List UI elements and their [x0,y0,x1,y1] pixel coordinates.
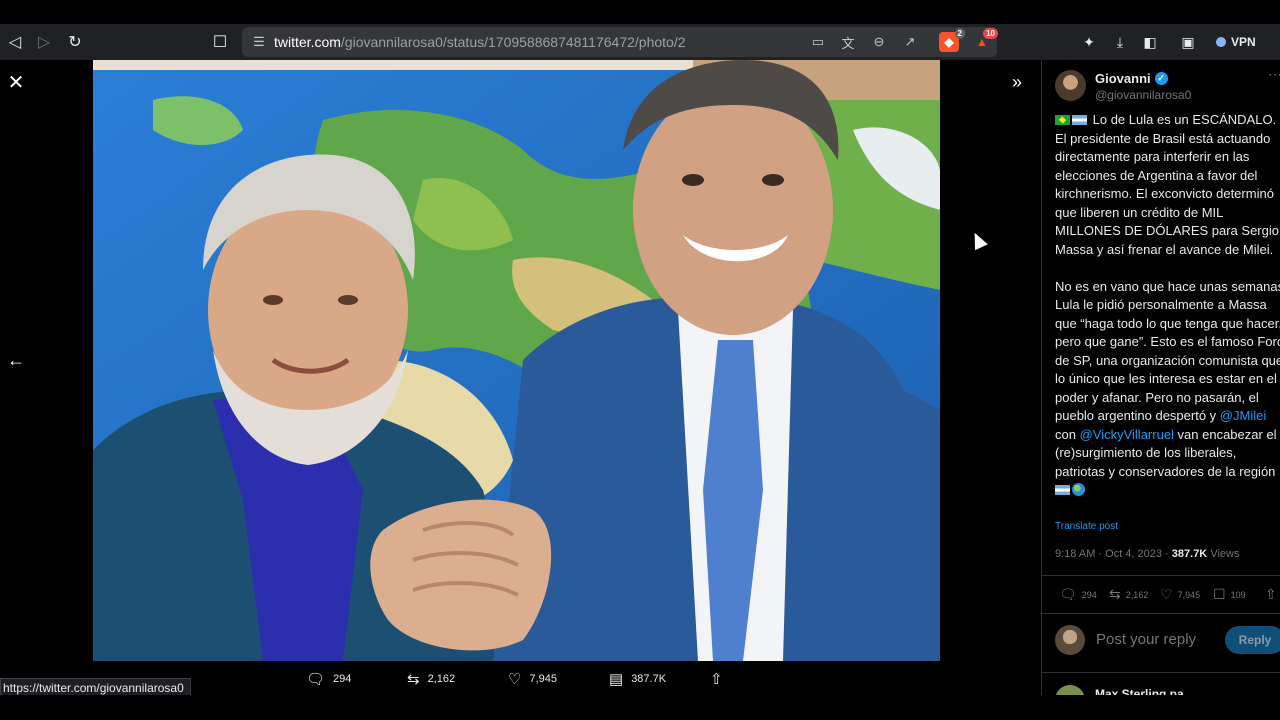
downloads-icon[interactable]: ⤓ [1109,31,1131,53]
zoom-icon[interactable]: ⊖ [870,33,888,51]
photo-viewer: ✕ ← » 🗨 294 ⇆ 2,162 ♡ 7,945 ▤ 387.7K ⇧ [0,60,1040,695]
viewer-like-count: 7,945 [529,673,557,685]
brave-rewards-icon[interactable]: ▲ 10 [972,28,998,52]
viewer-views-button[interactable]: ▤ 387.7K [609,670,666,688]
translate-post-link[interactable]: Translate post [1055,521,1118,532]
next-reply-user[interactable]: Max Sterling pa [1095,687,1184,695]
viewer-action-bar: 🗨 294 ⇆ 2,162 ♡ 7,945 ▤ 387.7K ⇧ [300,670,740,694]
extensions-icon[interactable]: ✦ [1078,31,1100,53]
author-avatar[interactable] [1055,70,1086,101]
viewer-reply-count: 294 [333,673,352,685]
heart-icon: ♡ [1160,586,1173,602]
forward-icon[interactable]: ▷ [29,27,59,57]
bookmark-count: 109 [1230,589,1246,600]
viewer-share-button[interactable]: ⇧ [710,670,723,688]
retweet-button[interactable]: ⇆ 2,162 [1109,586,1148,603]
cast-icon[interactable]: ▭ [809,33,827,51]
bookmark-icon[interactable]: ☐ [205,27,235,57]
author-handle[interactable]: @giovannilarosa0 [1095,88,1191,102]
author-name-row[interactable]: Giovanni ✓ [1095,71,1168,86]
tweet-views-count: 387.7K [1171,548,1208,560]
analytics-icon: ▤ [609,671,624,688]
address-bar[interactable]: ☰ twitter.com/giovannilarosa0/status/170… [242,27,998,57]
reply-input[interactable]: Post your reply [1096,631,1196,648]
translate-icon[interactable]: 文 [839,33,857,51]
next-reply-avatar[interactable] [1055,685,1085,695]
reply-count: 294 [1081,589,1097,600]
viewer-reply-button[interactable]: 🗨 294 [306,670,351,688]
mention-vickyvillarruel[interactable]: @VickyVillarruel [1080,427,1174,442]
retweet-icon: ⇆ [407,671,420,688]
viewer-retweet-button[interactable]: ⇆ 2,162 [407,670,455,688]
url-text[interactable]: twitter.com/giovannilarosa0/status/17095… [274,34,686,50]
vpn-shield-icon [1216,37,1226,47]
photo-illustration [93,60,940,661]
brazil-flag-icon [1055,115,1070,125]
status-bar-url: https://twitter.com/giovannilarosa0 [0,678,191,696]
share-icon[interactable]: ↗ [901,33,919,51]
reply-submit-button[interactable]: Reply [1225,626,1280,654]
sidebar-icon[interactable]: ◧ [1139,31,1161,53]
more-options-icon[interactable]: ⋯ [1268,66,1280,83]
url-host: twitter.com [274,34,341,50]
heart-icon: ♡ [508,671,522,688]
like-count: 7,945 [1177,589,1201,600]
url-path: /giovannilarosa0/status/1709588687481176… [340,34,686,50]
reload-icon[interactable]: ↻ [60,27,90,57]
vpn-label: VPN [1231,35,1256,49]
bottom-strip [0,695,1280,720]
share-icon: ⇧ [710,671,723,688]
tweet-text: Lo de Lula es un ESCÁNDALO. El president… [1055,111,1280,500]
viewer-views-count: 387.7K [631,673,667,685]
bookmark-icon: ☐ [1213,586,1226,602]
reply-button[interactable]: 🗨 294 [1059,586,1097,603]
vpn-button[interactable]: VPN [1216,31,1272,53]
divider [1042,672,1280,673]
site-info-icon[interactable]: ☰ [250,33,268,51]
brave-rewards-badge: 10 [983,28,998,39]
divider [1042,613,1280,614]
divider [1042,575,1280,576]
collapse-sidebar-icon[interactable]: » [1005,70,1029,94]
tweet-views-label: Views [1207,548,1240,560]
tweet-paragraph-2a: No es en vano que hace unas semanas Lula… [1055,278,1280,424]
brave-shields-icon[interactable]: ◆ 2 [939,28,965,52]
tweet-paragraph-1: Lo de Lula es un ESCÁNDALO. El president… [1055,112,1279,257]
close-icon[interactable]: ✕ [4,70,28,94]
mention-jmilei[interactable]: @JMilei [1220,408,1266,423]
argentina-flag-icon [1055,485,1070,495]
globe-icon [1072,483,1085,496]
tweet-timestamp[interactable]: 9:18 AM · Oct 4, 2023 · [1055,548,1172,560]
share-icon: ⇧ [1265,586,1277,602]
argentina-flag-icon [1072,115,1087,125]
verified-badge-icon: ✓ [1154,72,1168,85]
browser-toolbar: ◁ ▷ ↻ ☐ ☰ twitter.com/giovannilarosa0/st… [0,24,1280,60]
tweet-sidebar: Giovanni✓ @giovannilarosa0 ⋯ Lo de Lula … [1041,60,1280,695]
tweet-photo[interactable] [93,60,940,661]
top-strip [0,0,1280,24]
reply-icon: 🗨 [306,671,326,688]
viewer-retweet-count: 2,162 [427,673,456,685]
retweet-icon: ⇆ [1109,586,1121,602]
like-button[interactable]: ♡ 7,945 [1160,586,1200,603]
back-icon[interactable]: ◁ [0,27,30,57]
share-button[interactable]: ⇧ [1265,586,1277,603]
bookmark-button[interactable]: ☐ 109 [1213,586,1246,603]
wallet-icon[interactable]: ▣ [1177,31,1199,53]
reply-icon: 🗨 [1059,586,1077,602]
current-user-avatar [1055,625,1085,655]
previous-photo-icon[interactable]: ← [4,348,28,372]
viewer-like-button[interactable]: ♡ 7,945 [508,670,557,688]
brave-shields-badge: 2 [954,28,965,39]
tweet-meta: 9:18 AM · Oct 4, 2023 · 387.7K Views [1055,548,1239,560]
author-name: Giovanni [1095,71,1151,86]
retweet-count: 2,162 [1125,589,1149,600]
